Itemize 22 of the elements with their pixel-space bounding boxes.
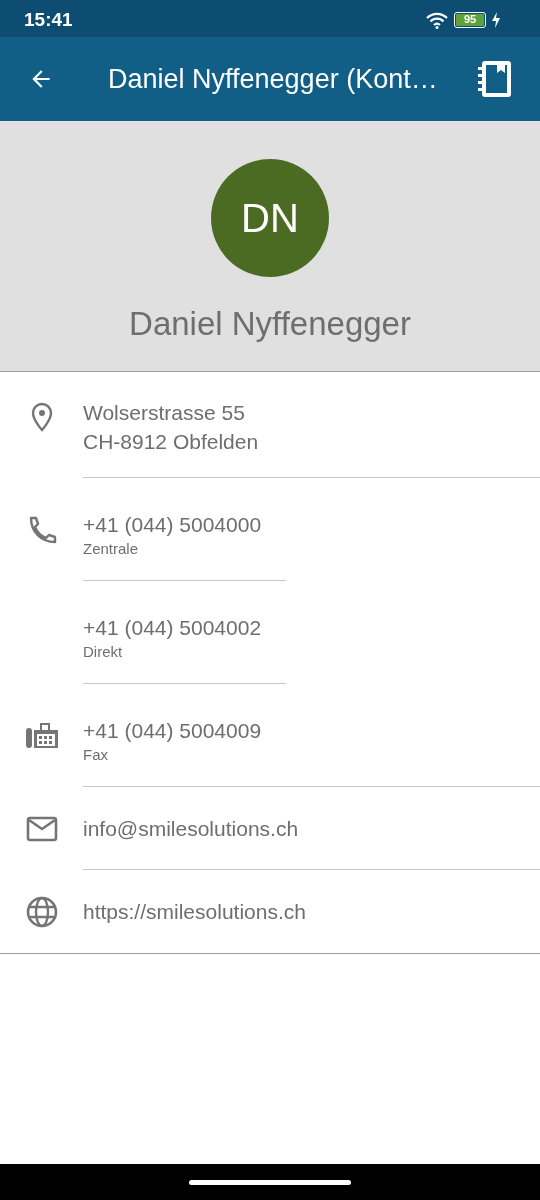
address-value: Wolserstrasse 55 CH-8912 Obfelden: [83, 400, 259, 455]
address-book-button[interactable]: [476, 59, 514, 99]
entry-label: Zentrale: [83, 540, 140, 557]
location-pin-icon: [29, 402, 54, 432]
home-handle[interactable]: [189, 1179, 351, 1185]
battery-icon: 95: [454, 12, 486, 28]
web-value[interactable]: https://smilesolutions.ch: [83, 897, 306, 926]
charging-icon: [492, 12, 500, 28]
email-value[interactable]: info@smilesolutions.ch: [83, 814, 299, 843]
clock: 15:41: [24, 8, 73, 32]
envelope-icon: [25, 815, 58, 842]
fax-icon: [25, 722, 58, 748]
entry-label: Fax: [83, 746, 109, 763]
phone-value[interactable]: +41 (044) 5004000: [83, 510, 262, 539]
globe-icon: [25, 895, 58, 928]
contact-name: Daniel Nyffenegger: [129, 305, 411, 343]
entry-label: Direkt: [83, 643, 124, 660]
phone-value[interactable]: +41 (044) 5004002: [83, 613, 262, 642]
fax-value[interactable]: +41 (044) 5004009: [83, 716, 262, 745]
wifi-icon: [426, 11, 448, 29]
avatar: DN: [211, 159, 329, 277]
window-title: Daniel Nyffenegger (Kont…: [108, 63, 439, 95]
